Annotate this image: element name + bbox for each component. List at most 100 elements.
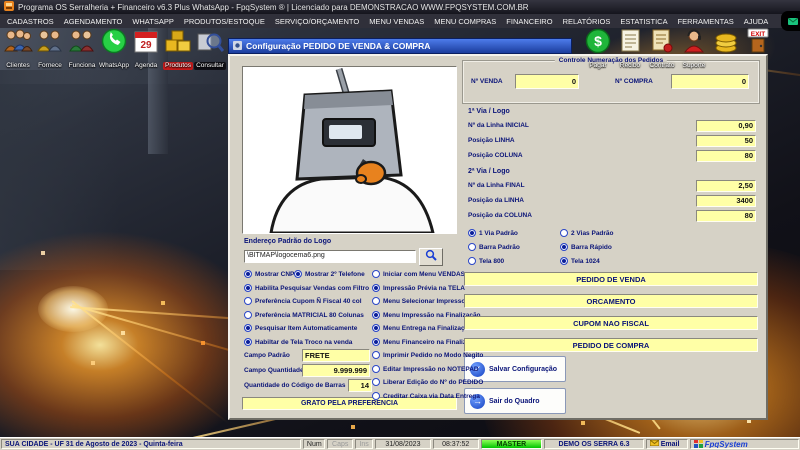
app-window: Programa OS Serralheria + Financeiro v6.… <box>0 0 800 450</box>
option-iniciar-com-menu-vendas[interactable]: Iniciar com Menu VENDAS <box>372 269 465 279</box>
toolbar-item-label: Contrato <box>650 62 675 70</box>
document-type-field-cupom-nao-fiscal[interactable]: CUPOM NAO FISCAL <box>464 316 758 330</box>
document-type-field-orcamento[interactable]: ORCAMENTO <box>464 294 758 308</box>
option-menu-entrega-na-finaliza-o[interactable]: Menu Entrega na Finalização <box>372 323 472 333</box>
option-creditar-caixa-via-data-entrega-label: Creditar Caixa via Data Entrega <box>383 393 480 400</box>
radio-indicator <box>244 338 252 346</box>
via1-row-field-posi-o-coluna[interactable]: 80 <box>696 150 756 162</box>
menu-item-ferramentas[interactable]: FERRAMENTAS <box>673 17 739 26</box>
menu-item-whatsapp[interactable]: WHATSAPP <box>127 17 179 26</box>
toolbar-item-fornece[interactable]: Fornece <box>34 27 66 72</box>
option-prefer-ncia-cupom-fiscal-40-col[interactable]: Preferência Cupom Ñ Fiscal 40 col <box>244 296 362 306</box>
document-type-field-pedido-de-venda[interactable]: PEDIDO DE VENDA <box>464 272 758 286</box>
toolbar-item-clientes[interactable]: Clientes <box>2 27 34 72</box>
via2-row-field-posi-o-da-coluna[interactable]: 80 <box>696 210 756 222</box>
radio-indicator <box>560 229 568 237</box>
whatsapp-icon <box>98 27 130 54</box>
toolbar-item-label: Funciona <box>69 62 96 70</box>
logo-preview-panel <box>242 66 457 234</box>
consult-icon <box>194 27 226 54</box>
toolbar-item-produtos[interactable]: Produtos <box>162 27 194 72</box>
radio-indicator <box>244 324 252 332</box>
via2-title: 2ª Via / Logo <box>468 168 510 175</box>
option-impress-o-pr-via-na-tela[interactable]: Impressão Prévia na TELA <box>372 283 465 293</box>
toolbar-item-exit[interactable]: EXIT <box>742 27 774 54</box>
menu-item-email[interactable]: E-MAIL <box>781 11 800 31</box>
toolbar-item-pagar[interactable]: $Pagar <box>582 27 614 72</box>
radio-indicator <box>560 257 568 265</box>
option-pesquisar-item-automaticamente[interactable]: Pesquisar Item Automaticamente <box>244 323 357 333</box>
menu-item-ajuda[interactable]: AJUDA <box>739 17 774 26</box>
toolbar-item-recibo[interactable]: Recibo <box>614 27 646 72</box>
option-editar-impress-o-no-notepad[interactable]: Editar Impressão no NOTEPAD <box>372 364 479 374</box>
svg-text:$: $ <box>594 33 602 49</box>
menu-item-financeiro[interactable]: FINANCEIRO <box>501 17 557 26</box>
option-habiltar-de-tela-troco-na-venda[interactable]: Habiltar de Tela Troco na venda <box>244 337 352 347</box>
venda-number-field[interactable]: 0 <box>515 74 579 89</box>
via1-row-field-n-da-linha-inicial[interactable]: 0,90 <box>696 120 756 132</box>
option-barra-padr-o[interactable]: Barra Padrão <box>468 242 520 252</box>
status-email-label: Email <box>661 441 680 448</box>
logo-path-label: Endereço Padrão do Logo <box>244 238 331 245</box>
option-tela-1024[interactable]: Tela 1024 <box>560 256 600 266</box>
menu-item-produtos-estoque[interactable]: PRODUTOS/ESTOQUE <box>179 17 270 26</box>
toolbar-item-whatsapp[interactable]: WhatsApp <box>98 27 130 72</box>
fpqsystem-logo-icon <box>694 439 703 449</box>
via2-row-field-n-da-linha-final[interactable]: 2,50 <box>696 180 756 192</box>
via2-row-field-posi-o-da-linha[interactable]: 3400 <box>696 195 756 207</box>
toolbar: ClientesForneceFuncionaWhatsApp29AgendaP… <box>0 27 800 68</box>
option-liberar-edi-o-do-n-do-pedido[interactable]: Liberar Edição do Nº do PEDIDO <box>372 377 483 387</box>
option-prefer-ncia-matricial-80-colunas[interactable]: Preferência MATRICIAL 80 Colunas <box>244 310 364 320</box>
menu-item-servi-o-or-amento[interactable]: SERVIÇO/ORÇAMENTO <box>270 17 364 26</box>
option-habilita-pesquisar-vendas-com-filtro[interactable]: Habilita Pesquisar Vendas com Filtro <box>244 283 369 293</box>
option-mostrar-cnpj[interactable]: Mostrar CNPJ <box>244 269 298 279</box>
option-mostrar-cnpj-label: Mostrar CNPJ <box>255 271 298 278</box>
window-titlebar: Programa OS Serralheria + Financeiro v6.… <box>0 0 800 14</box>
option-creditar-caixa-via-data-entrega[interactable]: Creditar Caixa via Data Entrega <box>372 391 480 401</box>
menu-item-agendamento[interactable]: AGENDAMENTO <box>59 17 128 26</box>
campo-quantidade-field[interactable]: 9.999.999 <box>302 364 370 377</box>
radio-indicator <box>372 365 380 373</box>
logo-browse-button[interactable] <box>419 248 443 266</box>
option-barra-r-pido-label: Barra Rápido <box>571 244 612 251</box>
via1-row-field-posi-o-linha[interactable]: 50 <box>696 135 756 147</box>
menu-item-cadastros[interactable]: CADASTROS <box>2 17 59 26</box>
campo-padrao-field[interactable]: FRETE <box>302 349 370 362</box>
option-liberar-edi-o-do-n-do-pedido-label: Liberar Edição do Nº do PEDIDO <box>383 379 483 386</box>
via2-row-label-posi-o-da-linha: Posição da LINHA <box>468 197 524 204</box>
radio-indicator <box>372 297 380 305</box>
option-tela-800[interactable]: Tela 800 <box>468 256 504 266</box>
radio-indicator <box>372 338 380 346</box>
logo-path-input[interactable]: \BITMAP\logocema6.png <box>244 250 416 263</box>
option-menu-selecionar-impressora-label: Menu Selecionar Impressora <box>383 298 472 305</box>
window-title: Programa OS Serralheria + Financeiro v6.… <box>18 3 529 12</box>
option-impress-o-pr-via-na-tela-label: Impressão Prévia na TELA <box>383 285 465 292</box>
toolbar-item-contrato[interactable]: Contrato <box>646 27 678 72</box>
toolbar-item-coins[interactable] <box>710 27 742 54</box>
option-2-vias-padr-o[interactable]: 2 Vias Padrão <box>560 228 614 238</box>
option-habiltar-de-tela-troco-na-venda-label: Habiltar de Tela Troco na venda <box>255 339 352 346</box>
radio-indicator <box>468 243 476 251</box>
option-barra-r-pido[interactable]: Barra Rápido <box>560 242 612 252</box>
toolbar-item-funciona[interactable]: Funciona <box>66 27 98 72</box>
menu-item-relat-rios[interactable]: RELATÓRIOS <box>558 17 616 26</box>
toolbar-item-label: Fornece <box>38 62 62 70</box>
status-date: 31/08/2023 <box>375 439 431 449</box>
option-1-via-padr-o[interactable]: 1 Via Padrão <box>468 228 518 238</box>
toolbar-item-consultar[interactable]: Consultar <box>194 27 226 72</box>
qtd-codigo-barras-field[interactable]: 14 <box>348 379 372 392</box>
toolbar-item-suporte[interactable]: Suporte <box>678 27 710 72</box>
suppliers-icon <box>34 27 66 54</box>
document-type-field-pedido-de-compra[interactable]: PEDIDO DE COMPRA <box>464 338 758 352</box>
compra-number-field[interactable]: 0 <box>671 74 749 89</box>
option-mostrar-2-telefone[interactable]: Mostrar 2º Telefone <box>294 269 365 279</box>
menu-item-menu-vendas[interactable]: MENU VENDAS <box>364 17 429 26</box>
menu-item-estatistica[interactable]: ESTATISTICA <box>615 17 672 26</box>
radio-indicator <box>372 284 380 292</box>
status-email[interactable]: Email <box>646 439 688 449</box>
menu-item-menu-compras[interactable]: MENU COMPRAS <box>429 17 501 26</box>
save-config-label: Salvar Configuração <box>489 366 557 373</box>
venda-number-label: Nº VENDA <box>471 78 503 85</box>
option-menu-selecionar-impressora[interactable]: Menu Selecionar Impressora <box>372 296 472 306</box>
toolbar-item-agenda[interactable]: 29Agenda <box>130 27 162 72</box>
